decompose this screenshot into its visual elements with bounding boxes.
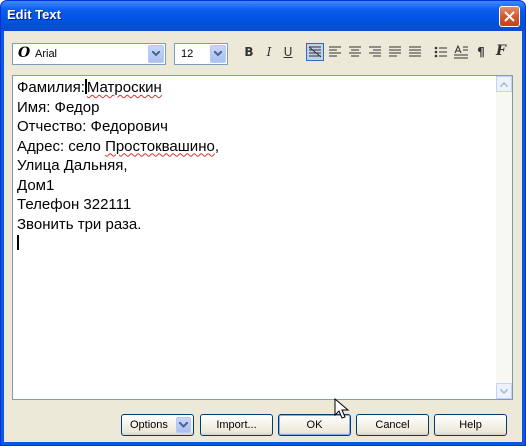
indent-spacing-icon — [454, 44, 468, 59]
text-editor[interactable]: Фамилия: Матроскин Имя: Федор Отчество: Ф… — [12, 75, 513, 400]
misspelled-word: Матроскин — [86, 79, 162, 96]
chevron-up-icon — [500, 82, 508, 87]
text-line: Имя: Федор — [17, 98, 100, 116]
cancel-button[interactable]: Cancel — [356, 414, 429, 436]
vertical-scrollbar[interactable] — [496, 76, 512, 399]
close-icon — [504, 11, 515, 22]
align-left-icon — [329, 46, 341, 57]
text-line: Телефон 322111 — [17, 196, 132, 213]
text-line — [17, 234, 219, 254]
font-size-dropdown-button[interactable] — [210, 45, 226, 63]
font-size-select[interactable]: 12 — [174, 43, 228, 65]
text-caret — [17, 235, 19, 250]
opentype-font-icon: O — [18, 45, 31, 61]
align-center-icon — [349, 46, 361, 57]
align-right-icon — [369, 46, 381, 57]
font-size-value: 12 — [181, 48, 194, 60]
text-segment: Адрес: село — [17, 137, 106, 155]
chevron-down-icon — [214, 51, 222, 57]
align-center-button[interactable] — [346, 43, 364, 61]
font-name-select[interactable]: O Arial — [12, 43, 166, 65]
align-full-justify-button[interactable] — [406, 43, 424, 61]
help-button[interactable]: Help — [434, 414, 507, 436]
text-line: Отчество: Федорович — [17, 118, 168, 135]
align-right-button[interactable] — [366, 43, 384, 61]
paragraph-marks-button[interactable]: ¶ — [472, 43, 490, 61]
text-segment: Фамилия: — [17, 79, 85, 96]
editor-content[interactable]: Фамилия: Матроскин Имя: Федор Отчество: Ф… — [17, 78, 219, 254]
indents-button[interactable] — [452, 43, 470, 61]
options-button[interactable]: Options — [121, 414, 194, 436]
misspelled-word: Простоквашино — [105, 137, 215, 155]
text-line: Фамилия: Матроскин — [17, 78, 219, 98]
align-justify-icon — [389, 46, 401, 57]
scroll-up-button[interactable] — [496, 76, 512, 92]
text-segment: , — [214, 137, 219, 155]
align-justify-button[interactable] — [386, 43, 404, 61]
text-line: Улица Дальняя, — [17, 157, 128, 174]
scroll-down-button[interactable] — [496, 383, 512, 399]
chevron-down-icon — [500, 389, 508, 394]
chevron-down-icon — [179, 422, 188, 428]
bullet-list-icon — [434, 46, 447, 58]
format-toolbar: O Arial 12 B I U ¶ F — [4, 31, 522, 71]
edit-text-dialog: Edit Text O Arial 12 B I U ¶ F Фамилия: … — [0, 0, 526, 446]
align-none-button[interactable] — [306, 43, 324, 61]
bullets-button[interactable] — [432, 43, 450, 61]
text-line: Звонить три раза. — [17, 215, 142, 233]
chevron-down-icon — [152, 51, 160, 57]
text-line: Адрес: село Простоквашино, — [17, 137, 219, 157]
import-button[interactable]: Import... — [200, 414, 273, 436]
dialog-title: Edit Text — [7, 7, 61, 22]
close-button[interactable] — [499, 6, 520, 27]
text-line: Дом1 — [17, 176, 55, 194]
character-formatting-button[interactable]: F — [492, 43, 510, 61]
title-bar[interactable]: Edit Text — [1, 1, 525, 31]
options-dropdown-arrow[interactable] — [176, 417, 191, 433]
align-none-icon — [308, 46, 322, 58]
underline-button[interactable]: U — [279, 43, 297, 61]
mouse-cursor-icon — [334, 398, 350, 419]
options-label: Options — [130, 419, 168, 431]
align-left-button[interactable] — [326, 43, 344, 61]
font-f-icon: F — [496, 43, 506, 59]
dialog-body: O Arial 12 B I U ¶ F Фамилия: Матроскин … — [4, 31, 522, 442]
font-name-dropdown-button[interactable] — [148, 45, 164, 63]
italic-button[interactable]: I — [260, 43, 278, 61]
font-name-value: Arial — [35, 48, 58, 60]
align-full-justify-icon — [409, 46, 421, 57]
bold-button[interactable]: B — [240, 43, 258, 61]
